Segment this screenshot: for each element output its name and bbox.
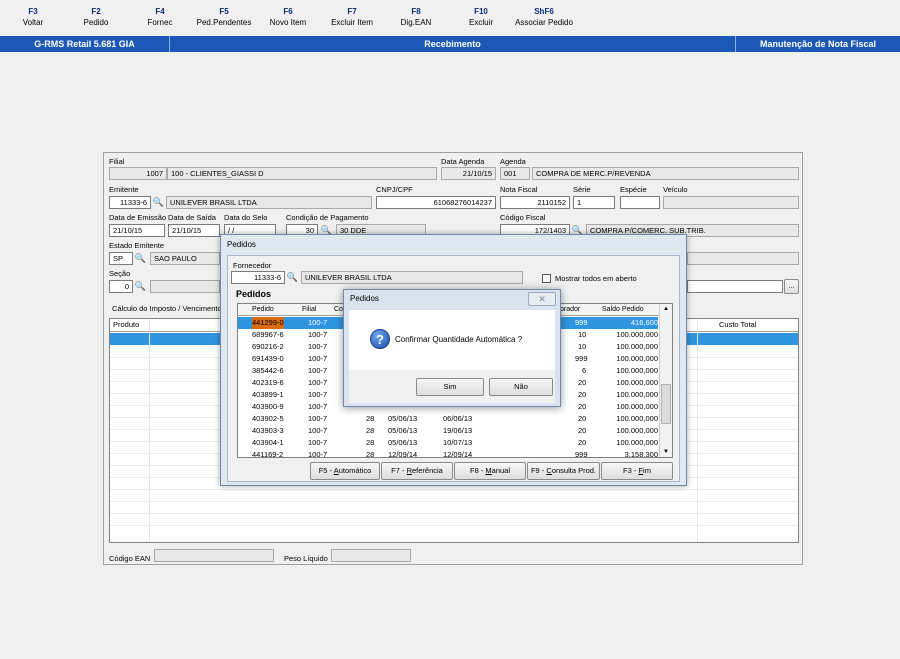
- fkey-fornec[interactable]: F4 Fornec: [143, 6, 177, 28]
- emitente-label: Emitente: [109, 185, 139, 194]
- data-selo-label: Data do Selo: [224, 213, 268, 222]
- manual-button[interactable]: F8 - Manual: [454, 462, 526, 480]
- col-filial: Filial: [302, 306, 317, 313]
- especie-field[interactable]: [620, 196, 660, 209]
- secao-label: Seção: [109, 269, 131, 278]
- cnpj-label: CNPJ/CPF: [376, 185, 413, 194]
- pedido-row[interactable]: 403902-5 100-7 28 05/06/13 06/06/13 20 100.000…: [238, 413, 658, 425]
- col-custo-total: Custo Total: [719, 320, 757, 329]
- fkey-ped-pendentes[interactable]: F5 Ped.Pendentes: [192, 6, 256, 28]
- peso-liquido-label: Peso Líquido: [284, 554, 328, 563]
- estado-name-field: SAO PAULO: [150, 252, 220, 265]
- fornecedor-label: Fornecedor: [233, 261, 272, 270]
- cnpj-field[interactable]: 61068276014237: [376, 196, 496, 209]
- codigo-ean-label: Código EAN: [109, 554, 151, 563]
- fim-button[interactable]: F3 - Fim: [601, 462, 673, 480]
- module-title: Recebimento: [170, 36, 736, 52]
- close-icon[interactable]: ✕: [528, 292, 556, 306]
- data-agenda-label: Data Agenda: [441, 157, 485, 166]
- col-comprador: prador: [560, 306, 581, 313]
- col-pedido: Pedido: [252, 306, 274, 313]
- fkey-novo-item[interactable]: F6 Novo Item: [264, 6, 312, 28]
- pedidos-table-scrollbar[interactable]: ▲ ▼: [659, 304, 672, 457]
- filial-code-field[interactable]: 1007: [109, 167, 167, 180]
- pedido-row[interactable]: 403904-1 100-7 28 05/06/13 10/07/13 20 100.000…: [238, 437, 658, 449]
- estado-emitente-label: Estado Emitente: [109, 241, 165, 250]
- secao-name-field: [150, 280, 220, 293]
- confirm-dialog-footer: Sim Não: [349, 370, 555, 403]
- fornecedor-code-field[interactable]: 11333-6: [231, 271, 285, 284]
- codigo-fiscal-label: Código Fiscal: [500, 213, 546, 222]
- consulta-prod-button[interactable]: F9 - Consulta Prod.: [527, 462, 600, 480]
- scroll-down-arrow-icon[interactable]: ▼: [663, 449, 669, 455]
- veiculo-field[interactable]: [663, 196, 799, 209]
- binoculars-search-icon[interactable]: 🔍: [152, 196, 165, 209]
- observacao-field[interactable]: [687, 280, 783, 293]
- especie-label: Espécie: [620, 185, 647, 194]
- secao-field[interactable]: 0: [109, 280, 133, 293]
- automatico-button[interactable]: F5 - Automático: [310, 462, 380, 480]
- data-emissao-field[interactable]: 21/10/15: [109, 224, 165, 237]
- fkey-dig-ean[interactable]: F8 Dig.EAN: [396, 6, 436, 28]
- sim-button[interactable]: Sim: [416, 378, 484, 396]
- title-bar: G-RMS Retail 5.681 GIA Recebimento Manut…: [0, 36, 900, 52]
- fkey-associar-pedido[interactable]: ShF6 Associar Pedido: [510, 6, 578, 28]
- mostrar-todos-checkbox[interactable]: [542, 274, 551, 283]
- serie-label: Série: [573, 185, 591, 194]
- confirm-dialog-title: Pedidos: [350, 294, 379, 303]
- fkey-excluir[interactable]: F10 Excluir: [464, 6, 498, 28]
- estado-field[interactable]: SP: [109, 252, 133, 265]
- mostrar-todos-label: Mostrar todos em aberto: [555, 274, 637, 283]
- binoculars-search-icon[interactable]: 🔍: [134, 252, 147, 265]
- pedido-row[interactable]: 403903-3 100-7 28 05/06/13 19/06/13 20 100.000…: [238, 425, 658, 437]
- scroll-thumb[interactable]: [661, 384, 671, 424]
- col-saldo-pedido: Saldo Pedido: [602, 306, 644, 313]
- nao-button[interactable]: Não: [489, 378, 553, 396]
- agenda-code-field: 001: [500, 167, 530, 180]
- fkey-voltar[interactable]: F3 Voltar: [18, 6, 48, 28]
- binoculars-search-icon[interactable]: 🔍: [286, 271, 299, 284]
- referencia-button[interactable]: F7 - Referência: [381, 462, 453, 480]
- screen-title: Manutenção de Nota Fiscal: [759, 39, 877, 49]
- filial-name-field: 100 - CLIENTES_GIASSI D: [167, 167, 437, 180]
- confirm-dialog: Pedidos ✕ ? Confirmar Quantidade Automát…: [343, 289, 561, 407]
- emitente-name-field: UNILEVER BRASIL LTDA: [166, 196, 372, 209]
- col-produto: Produto: [113, 320, 140, 329]
- emitente-code-field[interactable]: 11333-6: [109, 196, 151, 209]
- fkey-excluir-item[interactable]: F7 Excluir Item: [326, 6, 378, 28]
- peso-liquido-field[interactable]: [331, 549, 411, 562]
- confirm-message: Confirmar Quantidade Automática ?: [395, 335, 523, 344]
- calculo-imposto-tab[interactable]: Cálculo do Imposto / Vencimento: [112, 304, 222, 313]
- codigo-ean-field[interactable]: [154, 549, 274, 562]
- pedidos-section-title: Pedidos: [236, 289, 272, 299]
- filial-label: Filial: [109, 157, 125, 166]
- scroll-up-arrow-icon[interactable]: ▲: [663, 306, 669, 312]
- data-saida-label: Data de Saída: [168, 213, 216, 222]
- agenda-desc-field: COMPRA DE MERC.P/REVENDA: [532, 167, 799, 180]
- app-title: G-RMS Retail 5.681 GIA: [0, 36, 170, 52]
- nota-fiscal-label: Nota Fiscal: [500, 185, 538, 194]
- estado-extra-field: [687, 252, 799, 265]
- data-emissao-label: Data de Emissão: [109, 213, 167, 222]
- serie-field[interactable]: 1: [573, 196, 615, 209]
- confirm-dialog-body: ? Confirmar Quantidade Automática ?: [349, 310, 555, 370]
- data-saida-field[interactable]: 21/10/15: [168, 224, 220, 237]
- data-agenda-field: 21/10/15: [441, 167, 496, 180]
- pedido-row[interactable]: 441169-2 100-7 28 12/09/14 12/09/14 999 3.158,…: [238, 449, 658, 457]
- nota-fiscal-field[interactable]: 2110152: [500, 196, 570, 209]
- fkey-pedido[interactable]: F2 Pedido: [79, 6, 113, 28]
- fornecedor-name-field: UNILEVER BRASIL LTDA: [301, 271, 523, 284]
- agenda-label: Agenda: [500, 157, 526, 166]
- question-icon: ?: [370, 329, 390, 349]
- cond-pagamento-label: Condição de Pagamento: [286, 213, 369, 222]
- veiculo-label: Veículo: [663, 185, 688, 194]
- binoculars-search-icon[interactable]: 🔍: [134, 280, 147, 293]
- pedidos-dialog-title: Pedidos: [227, 240, 256, 249]
- ellipsis-button[interactable]: ...: [784, 279, 799, 294]
- col-co: Co: [334, 306, 343, 313]
- function-key-toolbar: F3 Voltar F2 Pedido F4 Fornec F5 Ped.Pendent…: [0, 0, 900, 36]
